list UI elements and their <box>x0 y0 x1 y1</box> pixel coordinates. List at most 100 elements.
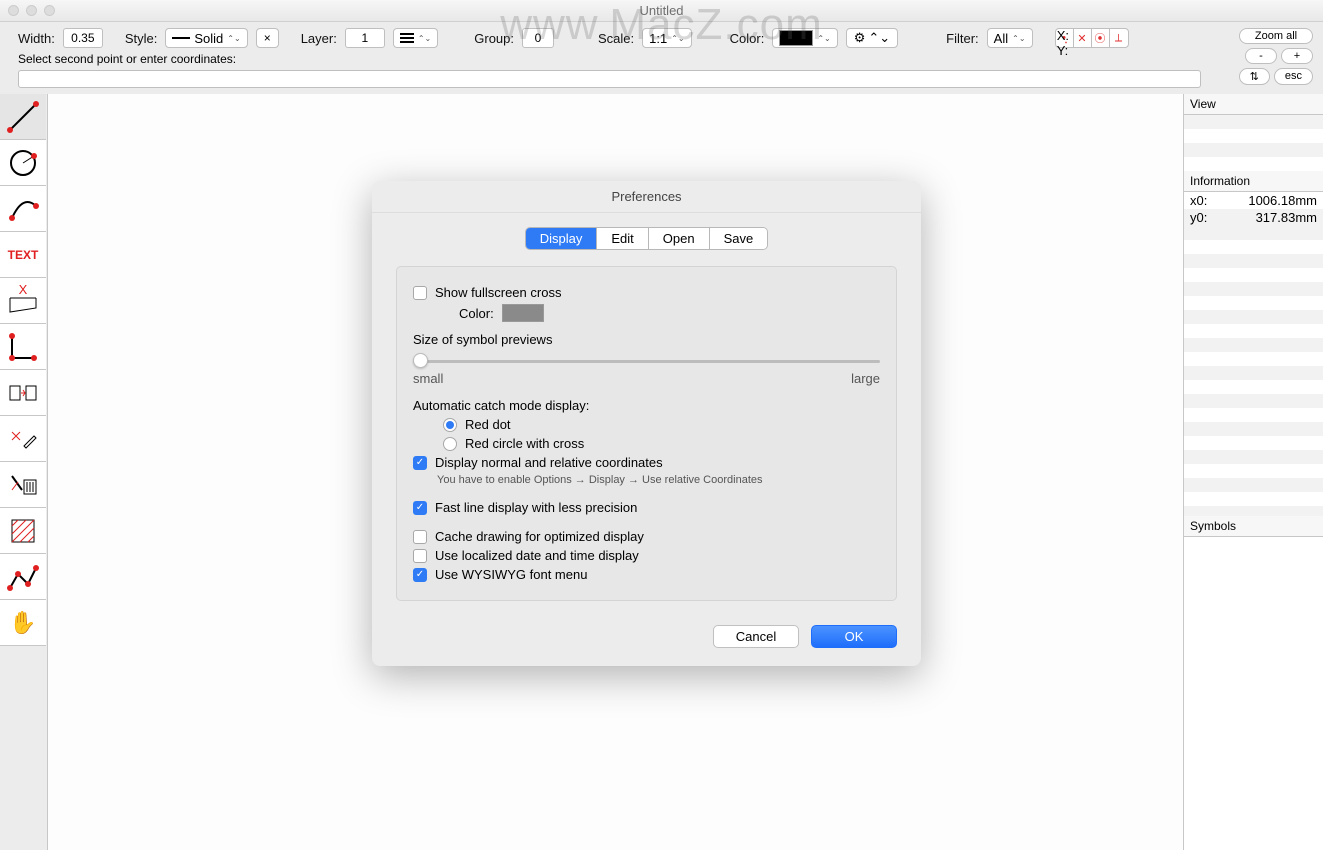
symbols-panel-body <box>1184 537 1323 850</box>
command-prompt: Select second point or enter coordinates… <box>0 50 1323 68</box>
slider-max-label: large <box>851 371 880 386</box>
layer-list-select[interactable]: ⌃⌄ <box>393 28 438 48</box>
chevron-updown-icon: ⌃⌄ <box>817 34 830 43</box>
snap-midpoint-icon[interactable]: ⦿ <box>1092 29 1110 47</box>
catch-red-circle-radio[interactable] <box>443 437 457 451</box>
wysiwyg-font-checkbox[interactable]: ✓ <box>413 568 427 582</box>
fullscreen-cross-checkbox[interactable] <box>413 286 427 300</box>
command-input[interactable] <box>18 70 1201 88</box>
color-label: Color: <box>730 31 765 46</box>
tool-arc[interactable] <box>0 186 46 232</box>
tool-transform[interactable] <box>0 370 46 416</box>
window-title: Untitled <box>0 3 1323 18</box>
catch-red-dot-radio[interactable] <box>443 418 457 432</box>
fullscreen-cross-label: Show fullscreen cross <box>435 285 561 300</box>
chevron-updown-icon: ⌃⌄ <box>418 34 431 43</box>
tool-delete[interactable] <box>0 462 46 508</box>
fast-line-label: Fast line display with less precision <box>435 500 637 515</box>
display-coords-checkbox[interactable]: ✓ <box>413 456 427 470</box>
snap-perpendicular-icon[interactable]: ⟂ <box>1110 29 1128 47</box>
list-icon <box>400 33 414 43</box>
solid-line-icon <box>172 37 190 39</box>
ok-button[interactable]: OK <box>811 625 897 648</box>
gear-icon: ⚙ <box>854 30 866 46</box>
tool-hatch[interactable] <box>0 508 46 554</box>
tool-polyline[interactable] <box>0 554 46 600</box>
filter-label: Filter: <box>946 31 979 46</box>
layer-label: Layer: <box>301 31 337 46</box>
zoom-out-button[interactable]: - <box>1245 48 1277 64</box>
coord-labels: X: Y: <box>1057 28 1069 58</box>
slider-min-label: small <box>413 371 443 386</box>
tab-edit[interactable]: Edit <box>597 228 648 249</box>
preferences-dialog: Preferences Display Edit Open Save Show … <box>372 181 921 666</box>
esc-button[interactable]: esc <box>1274 68 1313 85</box>
cancel-button[interactable]: Cancel <box>713 625 799 648</box>
layer-field[interactable]: 1 <box>345 28 385 48</box>
tool-palette: TEXT X ✋ <box>0 94 48 850</box>
info-y0-row: y0: 317.83mm <box>1184 209 1323 226</box>
tab-segmented-control: Display Edit Open Save <box>396 227 897 250</box>
tab-open[interactable]: Open <box>649 228 710 249</box>
chevron-updown-icon: ⌃⌄ <box>227 34 240 43</box>
right-sidebar: View Information x0: 1006.18mm y0: 317.8… <box>1183 94 1323 850</box>
tool-dimension[interactable]: X <box>0 278 46 324</box>
width-field[interactable]: 0.35 <box>63 28 103 48</box>
style-label: Style: <box>125 31 158 46</box>
dialog-title: Preferences <box>372 181 921 213</box>
tool-line[interactable] <box>0 94 46 140</box>
info-panel-body <box>1184 226 1323 516</box>
cross-color-label: Color: <box>459 306 494 321</box>
preview-size-label: Size of symbol previews <box>413 332 880 347</box>
style-select[interactable]: Solid ⌃⌄ <box>165 28 247 48</box>
zoom-all-button[interactable]: Zoom all <box>1239 28 1313 44</box>
cross-color-well[interactable] <box>502 304 544 322</box>
color-select[interactable]: ⌃⌄ <box>772 28 837 48</box>
color-settings-button[interactable]: ⚙ ⌃⌄ <box>846 28 898 48</box>
tool-pan[interactable]: ✋ <box>0 600 46 646</box>
localized-date-checkbox[interactable] <box>413 549 427 563</box>
localized-date-label: Use localized date and time display <box>435 548 639 563</box>
slider-thumb-icon[interactable] <box>413 353 428 368</box>
tab-display[interactable]: Display <box>526 228 598 249</box>
catch-red-circle-label: Red circle with cross <box>465 436 584 451</box>
cache-drawing-checkbox[interactable] <box>413 530 427 544</box>
info-panel-header[interactable]: Information <box>1184 171 1323 192</box>
wysiwyg-font-label: Use WYSIWYG font menu <box>435 567 587 582</box>
clear-style-button[interactable]: × <box>256 28 279 48</box>
svg-text:X: X <box>19 284 28 297</box>
tool-text[interactable]: TEXT <box>0 232 46 278</box>
zoom-in-button[interactable]: + <box>1281 48 1313 64</box>
style-value: Solid <box>194 31 223 46</box>
cache-drawing-label: Cache drawing for optimized display <box>435 529 644 544</box>
x-label: X: <box>1057 28 1069 43</box>
view-panel-body <box>1184 115 1323 171</box>
display-coords-label: Display normal and relative coordinates <box>435 455 663 470</box>
coord-toggle-button[interactable]: ⇅ <box>1239 68 1270 85</box>
scale-label: Scale: <box>598 31 634 46</box>
tool-annotate[interactable] <box>0 416 46 462</box>
info-value: 317.83mm <box>1256 210 1317 225</box>
width-label: Width: <box>18 31 55 46</box>
group-field[interactable]: 0 <box>522 28 554 48</box>
view-panel-header[interactable]: View <box>1184 94 1323 115</box>
info-key: y0: <box>1190 210 1207 225</box>
snap-delete-icon[interactable]: ✕ <box>1074 29 1092 47</box>
tab-save[interactable]: Save <box>710 228 768 249</box>
tool-circle[interactable] <box>0 140 46 186</box>
preview-size-slider[interactable] <box>413 353 880 369</box>
scale-select[interactable]: 1:1 ⌃⌄ <box>642 28 691 48</box>
group-label: Group: <box>474 31 514 46</box>
display-coords-hint: You have to enable Options → Display → U… <box>437 474 880 486</box>
fast-line-checkbox[interactable]: ✓ <box>413 501 427 515</box>
display-prefs-group: Show fullscreen cross Color: Size of sym… <box>396 266 897 601</box>
filter-select[interactable]: All ⌃⌄ <box>987 28 1033 48</box>
options-bar: Width: 0.35 Style: Solid ⌃⌄ × Layer: 1 ⌃… <box>0 22 1323 50</box>
window-titlebar: Untitled <box>0 0 1323 22</box>
tool-corner[interactable] <box>0 324 46 370</box>
chevron-updown-icon: ⌃⌄ <box>868 30 890 46</box>
symbols-panel-header[interactable]: Symbols <box>1184 516 1323 537</box>
hand-icon: ✋ <box>9 610 36 636</box>
catch-red-dot-label: Red dot <box>465 417 511 432</box>
view-controls: Zoom all - + ⇅ esc <box>1239 28 1313 85</box>
